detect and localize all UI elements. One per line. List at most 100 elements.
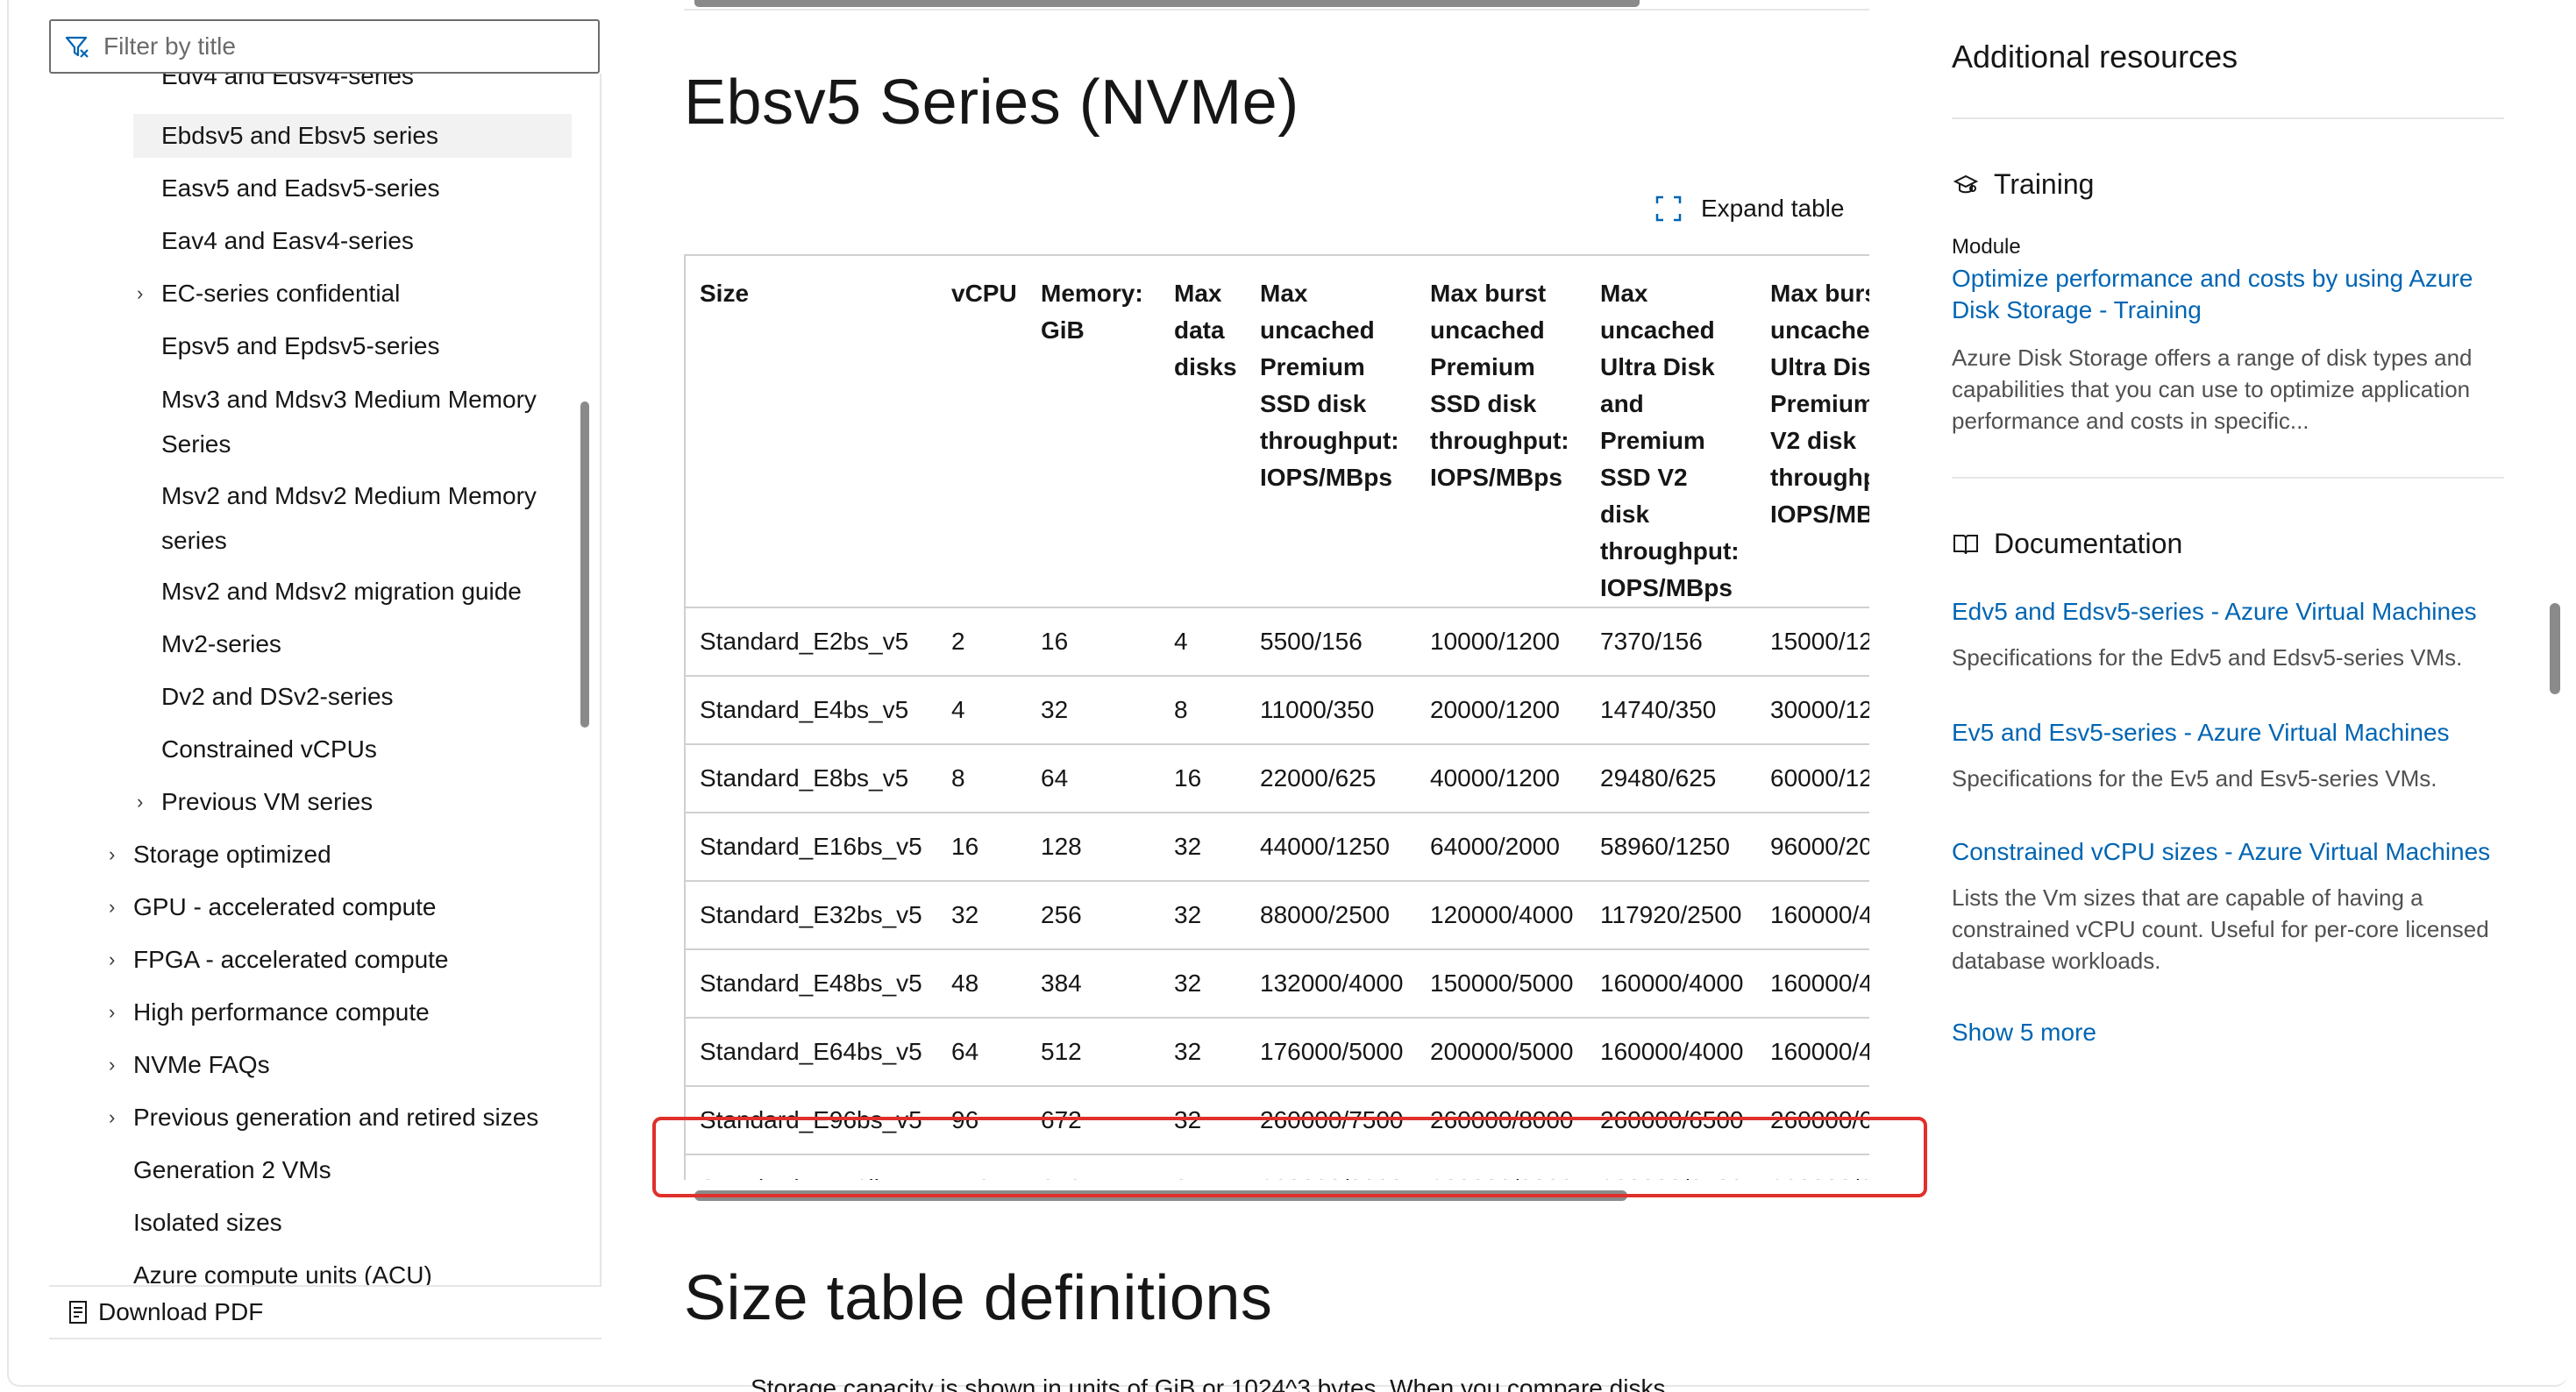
- toc-item[interactable]: Msv3 and Mdsv3 Medium Memory Series: [161, 377, 573, 466]
- table-cell: 260000/8000: [1416, 1154, 1586, 1180]
- table-cell: 150000/5000: [1416, 949, 1586, 1019]
- chevron-right-icon[interactable]: ›: [109, 1096, 115, 1140]
- table-scrollbar-thumb[interactable]: [694, 1190, 1627, 1201]
- toc-item-active[interactable]: Ebdsv5 and Ebsv5 series: [133, 114, 572, 158]
- table-cell: 14740/350: [1586, 676, 1756, 745]
- toc-item[interactable]: Previous generation and retired sizes: [133, 1096, 538, 1140]
- toc-item[interactable]: GPU - accelerated compute: [133, 885, 437, 929]
- table-row: Standard_E96bs_v5 96 672 32 260000/7500 26000…: [684, 1086, 1869, 1155]
- table-cell: 40000/1200: [1416, 744, 1586, 813]
- table-cell: Standard_E4bs_v5: [684, 676, 937, 745]
- show-more-link[interactable]: Show 5 more: [1952, 1017, 2504, 1048]
- table-cell: 2: [937, 607, 1027, 677]
- table-cell: 29480/625: [1586, 744, 1756, 813]
- toc-item[interactable]: Edv4 and Edsv4-series: [161, 74, 414, 98]
- table-cell: Standard_E2bs_v5: [684, 607, 937, 677]
- book-icon: [1953, 534, 1978, 554]
- table-cell: 11000/350: [1246, 676, 1416, 745]
- chevron-right-icon[interactable]: ›: [109, 885, 115, 929]
- doc-desc: Specifications for the Edv5 and Edsv5-se…: [1952, 644, 2463, 671]
- table-cell: 32: [1160, 813, 1246, 882]
- filter-input[interactable]: [103, 32, 577, 60]
- chevron-right-icon[interactable]: ›: [137, 780, 143, 824]
- toc-item[interactable]: NVMe FAQs: [133, 1043, 270, 1087]
- toc-item[interactable]: Azure compute units (ACU): [133, 1254, 432, 1285]
- toc-item[interactable]: Mv2-series: [161, 622, 281, 666]
- training-label: Training: [1994, 168, 2095, 200]
- table-cell: 260000/6500: [1586, 1086, 1756, 1155]
- table-cell: 32: [1160, 949, 1246, 1019]
- section-heading: Ebsv5 Series (NVMe): [684, 67, 1299, 138]
- chevron-right-icon[interactable]: ›: [109, 938, 115, 982]
- column-header: Max burst uncached Ultra Disk and Premiu…: [1756, 254, 1869, 608]
- filter-icon: [65, 36, 89, 58]
- doc-link[interactable]: Constrained vCPU sizes - Azure Virtual M…: [1952, 836, 2504, 868]
- toc-item[interactable]: Generation 2 VMs: [133, 1148, 331, 1192]
- toc-item[interactable]: Msv2 and Mdsv2 migration guide: [161, 570, 522, 614]
- table-cell: 64: [1160, 1154, 1246, 1180]
- toc-item[interactable]: Easv5 and Eadsv5-series: [161, 167, 440, 210]
- table-cell: 32: [937, 881, 1027, 950]
- table-cell: 112: [937, 1154, 1027, 1180]
- table-cell: 384: [1027, 949, 1160, 1019]
- module-label: Module: [1952, 235, 2021, 259]
- training-title: Training: [1952, 168, 2094, 201]
- paragraph: Storage capacity is shown in units of Gi…: [751, 1374, 1666, 1392]
- doc-link[interactable]: Edv5 and Edsv5-series - Azure Virtual Ma…: [1952, 596, 2504, 628]
- toc-item[interactable]: Storage optimized: [133, 833, 331, 877]
- table-cell: 8: [937, 744, 1027, 813]
- table-row: Standard_E4bs_v5 4 32 8 11000/350 20000/1200 1…: [684, 676, 1869, 745]
- toc-item[interactable]: Eav4 and Easv4-series: [161, 219, 414, 263]
- download-pdf-button[interactable]: Download PDF: [49, 1285, 601, 1339]
- table-cell: Standard_E64bs_v5: [684, 1018, 937, 1087]
- table-cell: 88000/2500: [1246, 881, 1416, 950]
- table-row: Standard_E64bs_v5 64 512 32 176000/5000 20000…: [684, 1018, 1869, 1087]
- doc-desc: Specifications for the Ev5 and Esv5-seri…: [1952, 765, 2437, 792]
- divider: [1952, 477, 2504, 479]
- toc-item[interactable]: Constrained vCPUs: [161, 728, 377, 771]
- top-scrollbar-thumb[interactable]: [694, 0, 1640, 7]
- chevron-right-icon[interactable]: ›: [137, 272, 143, 316]
- table-cell: Standard_E8bs_v5: [684, 744, 937, 813]
- column-header: Max uncached Ultra Disk and Premium SSD …: [1586, 254, 1756, 608]
- toc-item[interactable]: FPGA - accelerated compute: [133, 938, 449, 982]
- toc-item[interactable]: Msv2 and Mdsv2 Medium Memory series: [161, 473, 573, 563]
- table-cell: 160000/4000: [1756, 949, 1869, 1019]
- toc-item[interactable]: High performance compute: [133, 991, 430, 1034]
- table-cell: 48: [937, 949, 1027, 1019]
- training-link[interactable]: Optimize performance and costs by using …: [1952, 263, 2504, 326]
- filter-field[interactable]: [49, 19, 600, 74]
- toc-item[interactable]: EC-series confidential: [161, 272, 400, 316]
- chevron-right-icon[interactable]: ›: [109, 1043, 115, 1087]
- chevron-right-icon[interactable]: ›: [109, 991, 115, 1034]
- toc-item[interactable]: Previous VM series: [161, 780, 373, 824]
- table-cell: 15000/1200: [1756, 607, 1869, 677]
- table-cell: 160000/4000: [1756, 1018, 1869, 1087]
- table-cell: 5500/156: [1246, 607, 1416, 677]
- chevron-right-icon[interactable]: ›: [109, 833, 115, 877]
- section-heading-2: Size table definitions: [684, 1263, 1273, 1333]
- expand-table-button[interactable]: Expand table: [1655, 195, 1844, 223]
- training-icon: [1953, 174, 1979, 193]
- table-cell: 32: [1027, 676, 1160, 745]
- table-cell: 8: [1160, 676, 1246, 745]
- table-cell: 512: [1027, 1018, 1160, 1087]
- toc-item[interactable]: Epsv5 and Epdsv5-series: [161, 324, 440, 368]
- download-label: Download PDF: [98, 1298, 264, 1325]
- toc-item[interactable]: Dv2 and DSv2-series: [161, 675, 394, 719]
- sidebar-scrollbar[interactable]: [580, 401, 589, 728]
- table-cell: 260000/8000: [1246, 1154, 1416, 1180]
- page-scrollbar-thumb[interactable]: [2550, 603, 2560, 694]
- divider: [1952, 117, 2504, 119]
- expand-label: Expand table: [1701, 195, 1845, 222]
- toc-item[interactable]: Isolated sizes: [133, 1201, 282, 1245]
- column-header: Max uncached Premium SSD disk throughput…: [1246, 254, 1416, 608]
- table-cell: 64: [937, 1018, 1027, 1087]
- table-row: Standard_E48bs_v5 48 384 32 132000/4000 15000…: [684, 949, 1869, 1019]
- pdf-icon: [69, 1301, 87, 1324]
- table-of-contents: Edv4 and Edsv4-series Ebdsv5 and Ebsv5 s…: [49, 74, 601, 1285]
- table-cell: 200000/5000: [1416, 1018, 1586, 1087]
- doc-desc: Lists the Vm sizes that are capable of h…: [1952, 884, 2489, 974]
- doc-link[interactable]: Ev5 and Esv5-series - Azure Virtual Mach…: [1952, 717, 2504, 749]
- column-header: Max data disks: [1160, 254, 1246, 608]
